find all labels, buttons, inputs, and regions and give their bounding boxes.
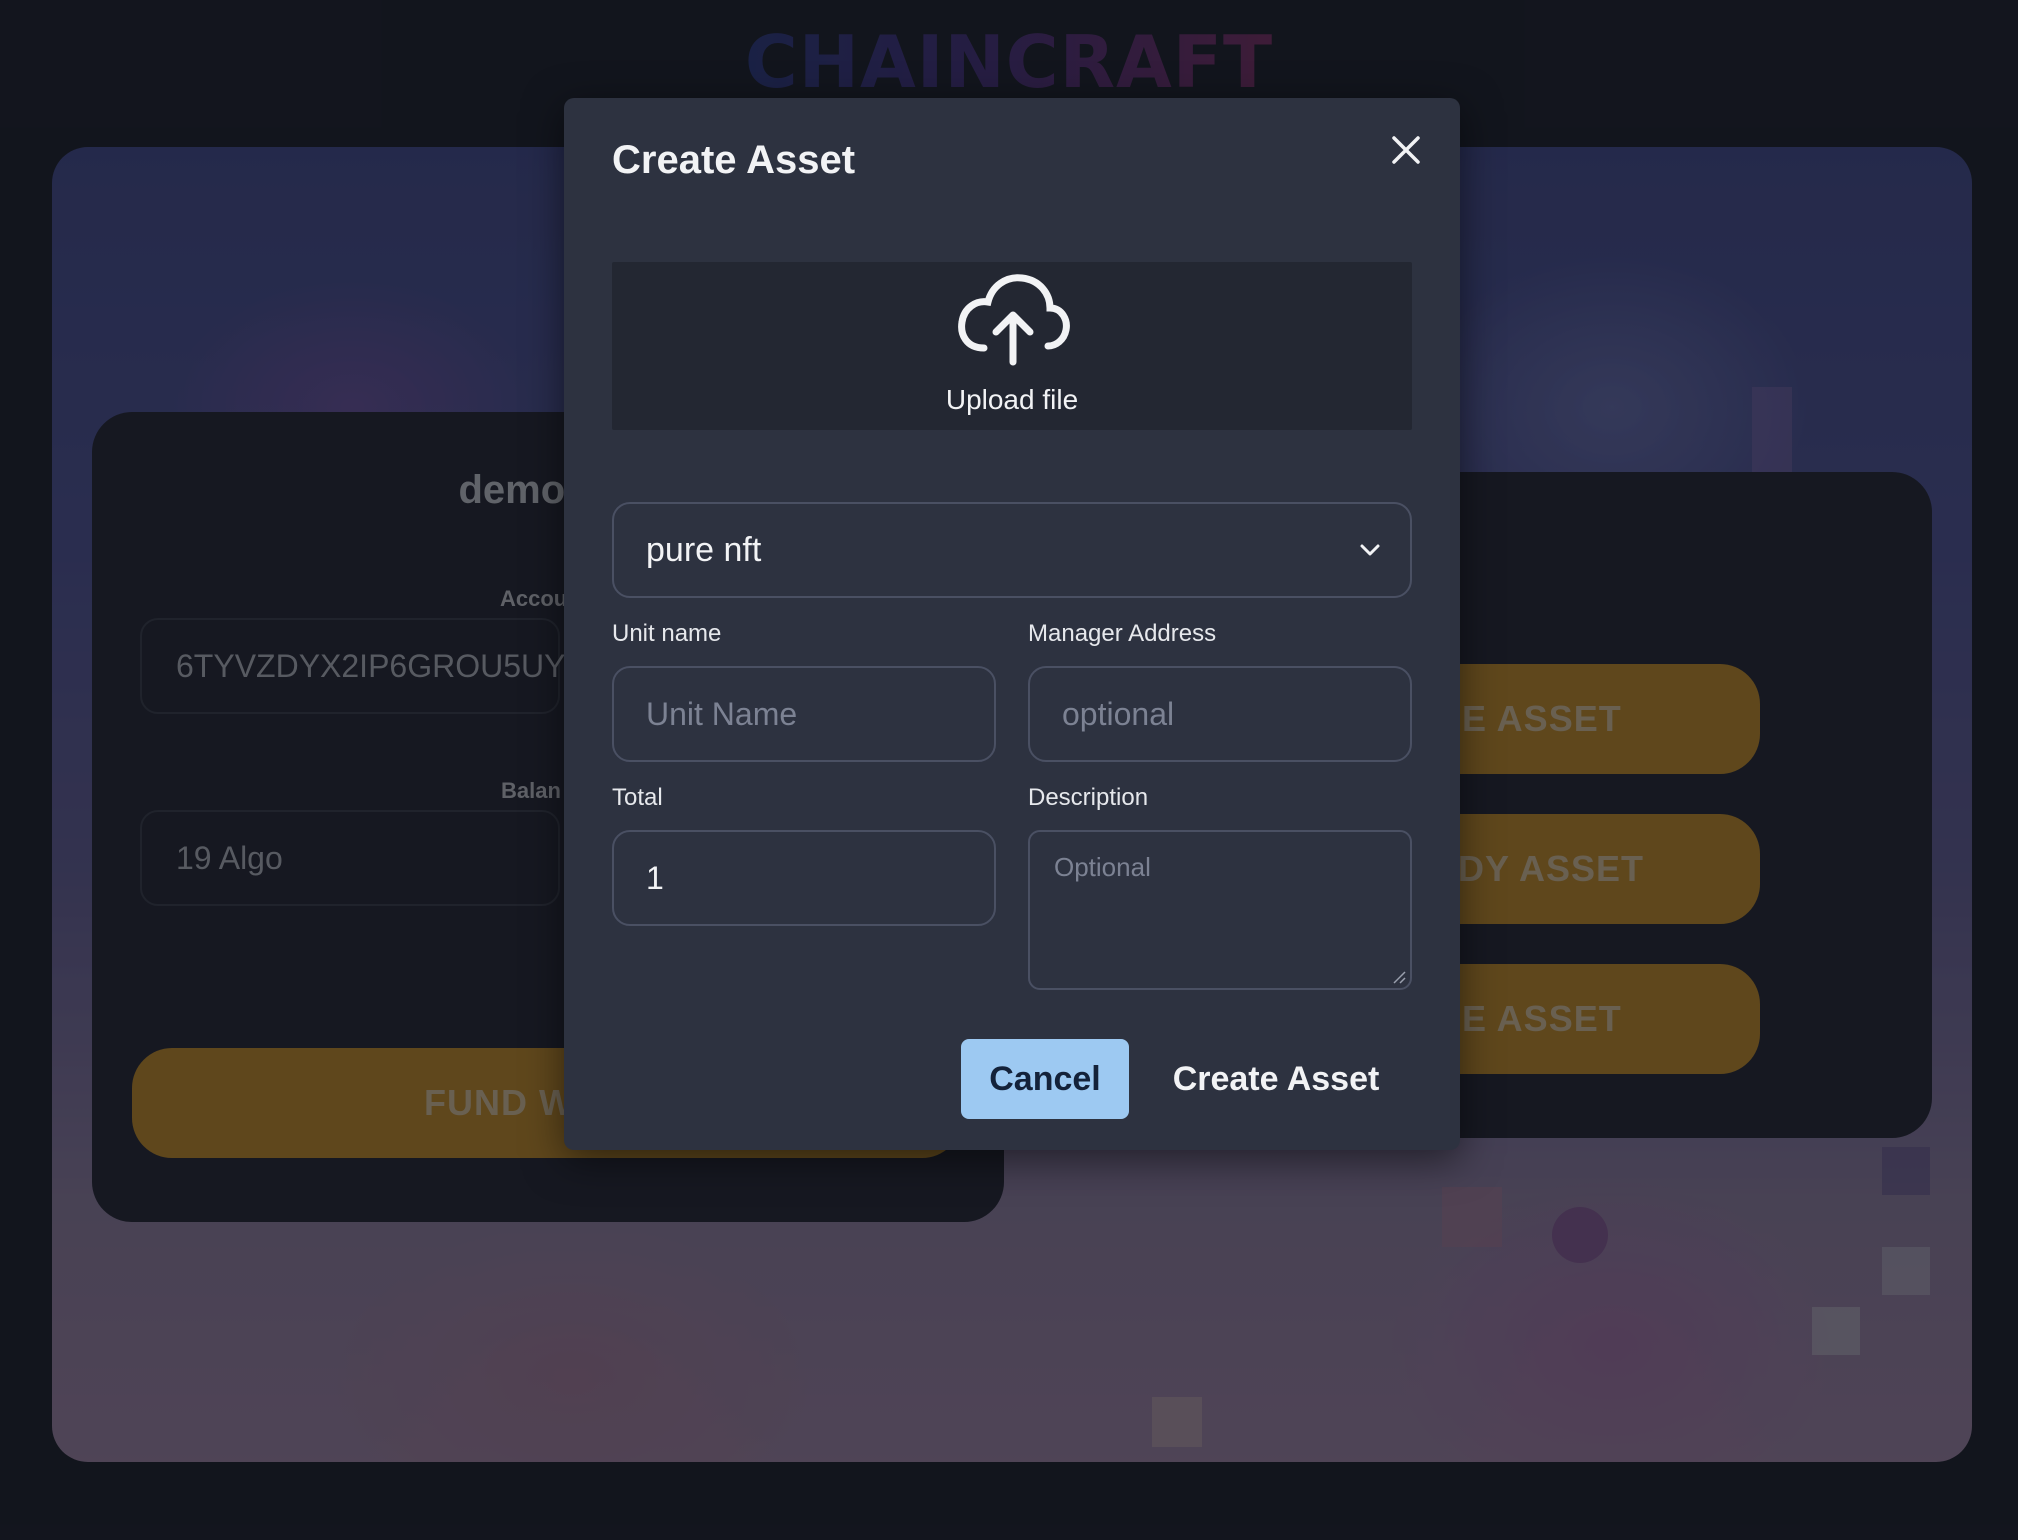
- total-input[interactable]: 1: [612, 830, 996, 926]
- manager-address-input[interactable]: optional: [1028, 666, 1412, 762]
- cancel-button[interactable]: Cancel: [961, 1039, 1129, 1119]
- close-icon: [1392, 136, 1420, 164]
- unit-name-input[interactable]: Unit Name: [612, 666, 996, 762]
- unit-name-placeholder: Unit Name: [646, 695, 798, 732]
- description-textarea[interactable]: Optional: [1028, 830, 1412, 990]
- unit-name-label: Unit name: [612, 620, 722, 647]
- total-value: 1: [646, 859, 664, 896]
- resize-handle-icon[interactable]: [1392, 970, 1406, 984]
- upload-label: Upload file: [945, 384, 1079, 415]
- create-asset-modal: Create Asset Upload file pure nft Unit n…: [564, 98, 1460, 1150]
- asset-type-select[interactable]: pure nft: [612, 502, 1412, 598]
- total-label: Total: [612, 784, 663, 811]
- chevron-down-icon: [1360, 544, 1380, 556]
- manager-address-label: Manager Address: [1028, 620, 1217, 647]
- asset-type-value: pure nft: [646, 530, 762, 569]
- modal-title: Create Asset: [612, 138, 856, 182]
- description-label: Description: [1028, 784, 1149, 811]
- create-asset-button[interactable]: Create Asset: [1156, 1039, 1396, 1119]
- manager-address-placeholder: optional: [1062, 695, 1175, 732]
- close-button[interactable]: [1384, 128, 1428, 172]
- file-upload-dropzone[interactable]: Upload file: [612, 262, 1412, 430]
- description-placeholder: Optional: [1054, 852, 1151, 882]
- cloud-upload-icon: [958, 274, 1070, 366]
